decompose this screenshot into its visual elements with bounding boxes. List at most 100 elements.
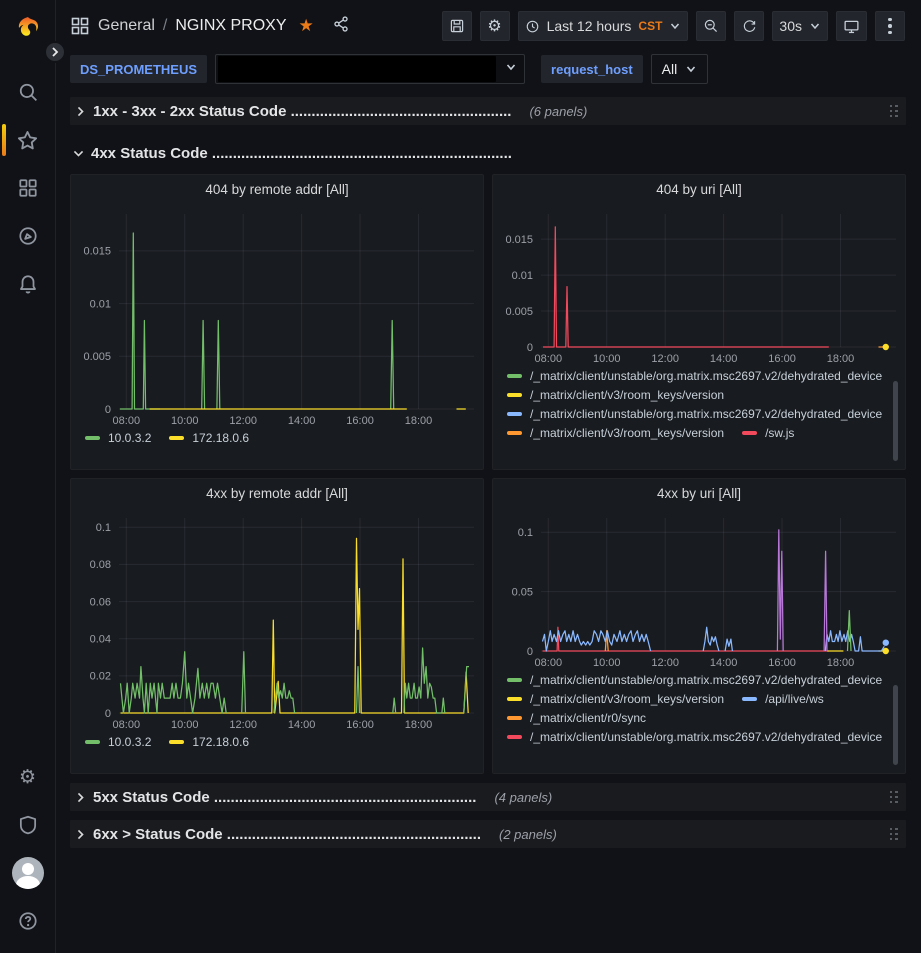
refresh-button[interactable] [734,11,764,41]
legend-item[interactable]: /_matrix/client/unstable/org.matrix.msc2… [507,407,882,421]
chevron-down-icon [685,63,697,75]
row-header-4xx[interactable]: 4xx Status Code ........................… [70,140,906,166]
variable-label-request-host[interactable]: request_host [541,55,643,83]
save-dashboard-button[interactable] [442,11,472,41]
legend-series-color [507,678,522,682]
sidebar-bottom-group: ⚙ [0,761,56,953]
more-options-button[interactable] [875,11,905,41]
row-panel-count: (4 panels) [494,790,552,805]
sidebar-item-profile[interactable] [0,857,56,889]
star-icon [16,129,39,152]
legend-scrollbar[interactable] [893,381,898,461]
legend-item[interactable]: /sw.js [742,426,794,440]
legend-series-label: 172.18.0.6 [192,735,249,749]
chart-canvas[interactable]: 00.0050.010.01508:0010:0012:0014:0016:00… [493,205,905,367]
sidebar-item-alerting[interactable] [0,268,56,300]
time-range-label: Last 12 hours [547,18,632,34]
row-title: 1xx - 3xx - 2xx Status Code ............… [93,103,511,120]
svg-text:0.02: 0.02 [90,671,111,683]
legend-series-label: 172.18.0.6 [192,431,249,445]
zoom-out-time-button[interactable] [696,11,726,41]
svg-text:18:00: 18:00 [827,353,855,365]
variable-select-ds-prometheus[interactable] [215,54,525,84]
variable-value: All [662,61,678,77]
legend-item[interactable]: /_matrix/client/unstable/org.matrix.msc2… [507,369,882,383]
svg-text:18:00: 18:00 [405,719,433,731]
svg-text:08:00: 08:00 [113,415,141,427]
legend-series-color [742,431,757,435]
panel-4xx-by-uri-all-: 4xx by uri [All]00.050.108:0010:0012:001… [492,478,906,774]
time-range-picker[interactable]: Last 12 hours CST [518,11,689,41]
legend-item[interactable]: /_matrix/client/v3/room_keys/version [507,426,724,440]
legend-series-color [742,697,757,701]
panel-legend: 10.0.3.2 172.18.0.6 [85,735,477,749]
monitor-icon [843,18,860,35]
svg-text:16:00: 16:00 [768,353,796,365]
legend-series-color [507,697,522,701]
svg-text:08:00: 08:00 [535,353,563,365]
legend-item[interactable]: /_matrix/client/unstable/org.matrix.msc2… [507,730,882,744]
svg-text:0: 0 [105,708,111,720]
favorite-star-icon[interactable]: ★ [299,16,314,36]
chart-canvas[interactable]: 00.020.040.060.080.108:0010:0012:0014:00… [71,509,483,733]
svg-text:10:00: 10:00 [171,415,199,427]
svg-text:0.01: 0.01 [90,298,111,310]
cycle-view-mode-button[interactable] [836,11,867,41]
svg-text:0.1: 0.1 [96,522,111,534]
panel-title[interactable]: 4xx by remote addr [All] [71,479,483,509]
sidebar-item-explore[interactable] [0,220,56,252]
refresh-interval-picker[interactable]: 30s [772,11,828,41]
row-panel-count: (6 panels) [529,104,587,119]
breadcrumb-folder[interactable]: General [98,17,155,35]
legend-series-label: /_matrix/client/unstable/org.matrix.msc2… [530,673,882,687]
dashboard-settings-button[interactable]: ⚙ [480,11,510,41]
panels-grid: 404 by remote addr [All]00.0050.010.0150… [70,174,906,774]
svg-text:12:00: 12:00 [651,657,679,669]
svg-text:08:00: 08:00 [535,657,563,669]
legend-item[interactable]: /_matrix/client/unstable/org.matrix.msc2… [507,673,882,687]
row-drag-handle[interactable] [890,828,899,841]
panel-title[interactable]: 404 by uri [All] [493,175,905,205]
legend-item[interactable]: /_matrix/client/v3/room_keys/version [507,388,724,402]
variable-label-ds-prometheus[interactable]: DS_PROMETHEUS [70,55,207,83]
legend-item[interactable]: 10.0.3.2 [85,735,151,749]
legend-item[interactable]: /api/live/ws [742,692,824,706]
svg-text:0.015: 0.015 [83,246,111,258]
legend-item[interactable]: /_matrix/client/r0/sync [507,711,646,725]
legend-scrollbar[interactable] [893,685,898,765]
sidebar-item-search[interactable] [0,76,56,108]
dashboard-variables-row: DS_PROMETHEUS request_host All [56,52,921,92]
panel-title[interactable]: 404 by remote addr [All] [71,175,483,205]
sidebar-expand-button[interactable] [44,41,66,63]
sidebar: ⚙ [0,0,56,953]
svg-text:14:00: 14:00 [288,719,316,731]
svg-text:10:00: 10:00 [593,657,621,669]
sidebar-item-server-admin[interactable] [0,809,56,841]
breadcrumb-separator: / [163,17,167,35]
gear-icon: ⚙ [19,768,36,787]
chart-canvas[interactable]: 00.050.108:0010:0012:0014:0016:0018:00 [493,509,905,671]
legend-item[interactable]: 172.18.0.6 [169,431,249,445]
svg-text:0.005: 0.005 [505,306,533,318]
row-drag-handle[interactable] [890,791,899,804]
chart-canvas[interactable]: 00.0050.010.01508:0010:0012:0014:0016:00… [71,205,483,429]
sidebar-item-dashboards[interactable] [0,172,56,204]
legend-item[interactable]: 10.0.3.2 [85,431,151,445]
row-header-6xx[interactable]: 6xx > Status Code ......................… [70,820,906,848]
page-title[interactable]: NGINX PROXY [175,17,286,35]
sidebar-item-starred[interactable] [0,124,56,156]
variable-select-request-host[interactable]: All [651,54,709,84]
row-drag-handle[interactable] [890,105,899,118]
row-title: 5xx Status Code ........................… [93,789,476,806]
svg-text:12:00: 12:00 [651,353,679,365]
sidebar-item-configuration[interactable]: ⚙ [0,761,56,793]
svg-text:18:00: 18:00 [827,657,855,669]
sidebar-item-help[interactable] [0,905,56,937]
chevron-right-icon [74,791,87,804]
legend-item[interactable]: /_matrix/client/v3/room_keys/version [507,692,724,706]
row-header-1xx-3xx-2xx[interactable]: 1xx - 3xx - 2xx Status Code ............… [70,97,906,125]
legend-item[interactable]: 172.18.0.6 [169,735,249,749]
row-header-5xx[interactable]: 5xx Status Code ........................… [70,783,906,811]
share-button[interactable] [332,15,350,38]
panel-title[interactable]: 4xx by uri [All] [493,479,905,509]
